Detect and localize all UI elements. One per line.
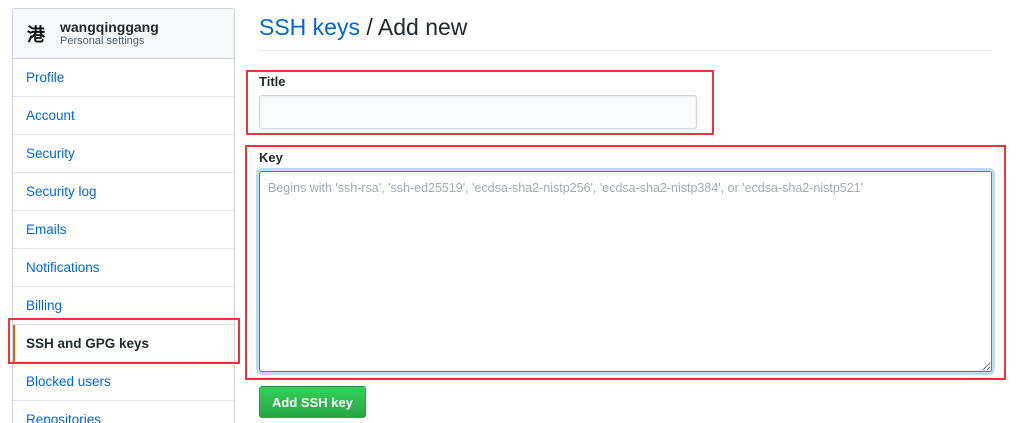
title-divider bbox=[259, 50, 992, 51]
ssh-keys-link[interactable]: SSH keys bbox=[259, 14, 360, 40]
add-ssh-key-button[interactable]: Add SSH key bbox=[259, 386, 366, 418]
title-annotation-box bbox=[246, 70, 714, 135]
sidebar-item-profile[interactable]: Profile bbox=[13, 59, 234, 97]
avatar[interactable]: 港 bbox=[25, 23, 47, 46]
sidebar-item-emails[interactable]: Emails bbox=[13, 211, 234, 249]
sidebar-item-account[interactable]: Account bbox=[13, 97, 234, 135]
sidebar-item-security[interactable]: Security bbox=[13, 135, 234, 173]
key-annotation-box bbox=[245, 145, 1006, 380]
sidebar-item-blocked-users[interactable]: Blocked users bbox=[13, 363, 234, 401]
sidebar-annotation-box bbox=[8, 318, 240, 364]
page-title: SSH keys / Add new bbox=[259, 14, 467, 41]
sidebar-item-repositories[interactable]: Repositories bbox=[13, 401, 234, 423]
ssh-key-settings-page: 港 wangqinggang Personal settings Profile… bbox=[0, 0, 1024, 423]
sidebar-item-notifications[interactable]: Notifications bbox=[13, 249, 234, 287]
username[interactable]: wangqinggang bbox=[60, 19, 159, 35]
personal-settings-label: Personal settings bbox=[60, 35, 145, 47]
sidebar-item-security-log[interactable]: Security log bbox=[13, 173, 234, 211]
user-header: 港 wangqinggang Personal settings bbox=[13, 9, 234, 59]
user-info: wangqinggang Personal settings bbox=[60, 19, 159, 48]
page-title-rest: / Add new bbox=[359, 14, 468, 40]
